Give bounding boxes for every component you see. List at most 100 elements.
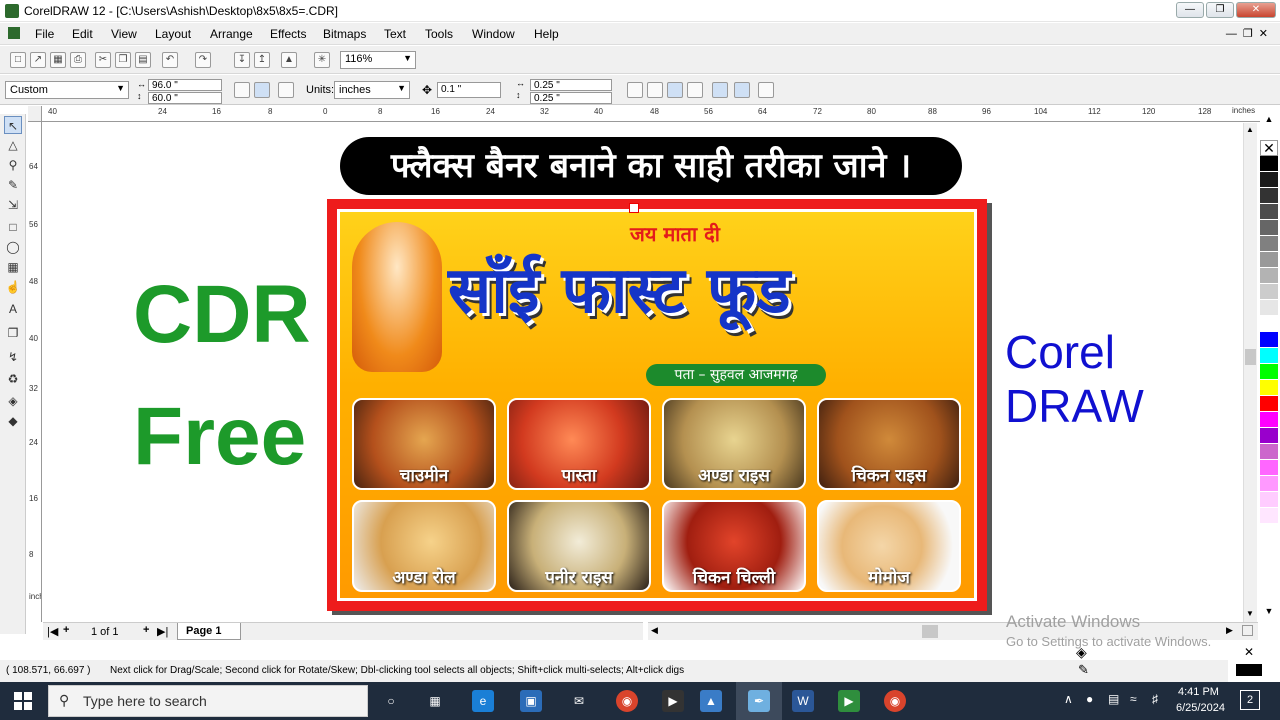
menu-help[interactable]: Help: [534, 27, 559, 41]
banner-address[interactable]: पता – सुहवल आजमगढ़: [646, 364, 826, 386]
food-tile-chowmein[interactable]: चाउमीन: [352, 398, 496, 490]
fill-indicator-icon[interactable]: ◈: [1076, 644, 1087, 661]
basic-shapes-tool-icon[interactable]: ☝: [4, 278, 22, 296]
outline-tool-icon[interactable]: ♻: [4, 370, 22, 388]
store-icon[interactable]: ▣: [520, 690, 542, 712]
document-icon[interactable]: [8, 27, 20, 39]
print-icon[interactable]: ⎙: [70, 52, 86, 68]
color-swatch[interactable]: [1260, 444, 1278, 460]
fill-tool-icon[interactable]: ◈: [4, 392, 22, 410]
windows-start-icon[interactable]: [14, 692, 32, 710]
ellipse-tool-icon[interactable]: ◯: [4, 238, 22, 256]
cut-icon[interactable]: ✂: [95, 52, 111, 68]
color-swatch[interactable]: [1260, 316, 1278, 332]
menu-tools[interactable]: Tools: [425, 27, 453, 41]
corel-text[interactable]: Corel: [1005, 325, 1115, 379]
color-swatch[interactable]: [1260, 476, 1278, 492]
color-swatch[interactable]: [1260, 220, 1278, 236]
rectangle-tool-icon[interactable]: □: [4, 218, 22, 236]
snap-to-objects-icon[interactable]: [687, 82, 703, 98]
smart-fill-tool-icon[interactable]: ⇲: [4, 196, 22, 214]
headline-banner[interactable]: फ्लैक्स बैनर बनाने का साही तरीका जाने ।: [340, 137, 962, 195]
menu-text[interactable]: Text: [384, 27, 406, 41]
color-swatch[interactable]: [1260, 460, 1278, 476]
food-tile-chicken-rice[interactable]: चिकन राइस: [817, 398, 961, 490]
volume-icon[interactable]: ♯: [1152, 692, 1158, 706]
color-swatch[interactable]: [1260, 348, 1278, 364]
landscape-icon[interactable]: [254, 82, 270, 98]
freehand-tool-icon[interactable]: ✎: [4, 176, 22, 194]
all-pages-icon[interactable]: [278, 82, 294, 98]
copy-icon[interactable]: ❐: [115, 52, 131, 68]
document-window-controls[interactable]: —❐✕: [1226, 27, 1274, 40]
import-icon[interactable]: ↧: [234, 52, 250, 68]
draw-text[interactable]: DRAW: [1005, 379, 1144, 433]
color-swatch[interactable]: [1260, 284, 1278, 300]
wifi-icon[interactable]: ≈: [1130, 692, 1137, 706]
open-icon[interactable]: ↗: [30, 52, 46, 68]
snap-to-guidelines-icon[interactable]: [667, 82, 683, 98]
color-swatch[interactable]: [1260, 252, 1278, 268]
edge-icon[interactable]: e: [472, 690, 494, 712]
portrait-icon[interactable]: [234, 82, 250, 98]
menu-layout[interactable]: Layout: [155, 27, 191, 41]
food-tile-egg-roll[interactable]: अण्डा रोल: [352, 500, 496, 592]
menu-file[interactable]: File: [35, 27, 54, 41]
no-fill-swatch[interactable]: ✕: [1260, 140, 1278, 156]
polygon-tool-icon[interactable]: ▦: [4, 258, 22, 276]
food-banner[interactable]: जय माता दी साँई फास्ट फूड पता – सुहवल आज…: [327, 199, 987, 611]
color-swatch[interactable]: [1260, 236, 1278, 252]
corel-online-icon[interactable]: ✳: [314, 52, 330, 68]
page-width-input[interactable]: 96.0 ": [148, 79, 222, 91]
first-page-icon[interactable]: |◀: [47, 625, 58, 638]
menu-arrange[interactable]: Arrange: [210, 27, 253, 41]
food-tile-paneer-rice[interactable]: पनीर राइस: [507, 500, 651, 592]
app-icon[interactable]: ▶: [838, 690, 860, 712]
vertical-ruler[interactable]: 64 56 48 40 32 24 16 8 inches: [28, 122, 42, 622]
color-swatch[interactable]: [1260, 172, 1278, 188]
color-swatch[interactable]: [1260, 364, 1278, 380]
drawing-canvas[interactable]: फ्लैक्स बैनर बनाने का साही तरीका जाने । …: [43, 123, 1243, 623]
menu-edit[interactable]: Edit: [72, 27, 93, 41]
scroll-thumb[interactable]: [922, 625, 938, 638]
close-button[interactable]: ✕: [1236, 2, 1276, 18]
tray-overflow-icon[interactable]: ∧: [1064, 692, 1073, 706]
color-swatch[interactable]: [1260, 412, 1278, 428]
color-swatch[interactable]: [1260, 268, 1278, 284]
scroll-left-icon[interactable]: ◀: [651, 625, 658, 636]
interactive-blend-tool-icon[interactable]: ❐: [4, 324, 22, 342]
text-tool-icon[interactable]: A: [4, 300, 22, 318]
palette-scroll-up-icon[interactable]: ▲: [1260, 114, 1278, 128]
paper-type-combo[interactable]: Custom ▼: [5, 81, 129, 99]
coreldraw-taskbar-button[interactable]: ✒: [736, 682, 782, 720]
food-tile-pasta[interactable]: पास्ता: [507, 398, 651, 490]
redo-icon[interactable]: ↷: [195, 52, 211, 68]
add-page-after-icon[interactable]: +: [143, 624, 149, 636]
food-tile-chilli-chicken[interactable]: चिकन चिल्ली: [662, 500, 806, 592]
add-page-before-icon[interactable]: +: [63, 624, 69, 636]
clock-date[interactable]: 6/25/2024: [1176, 702, 1225, 714]
horizontal-ruler[interactable]: 40 24 16 8 0 8 16 24 32 40 48 56 64 72 8…: [42, 106, 1260, 122]
treat-as-filled-icon[interactable]: [627, 82, 643, 98]
menu-effects[interactable]: Effects: [270, 27, 306, 41]
scroll-down-icon[interactable]: ▼: [1246, 609, 1254, 618]
snap-to-grid-icon[interactable]: [647, 82, 663, 98]
task-view-icon[interactable]: ▦: [424, 690, 446, 712]
chrome-icon[interactable]: ◉: [616, 690, 638, 712]
color-swatch[interactable]: [1260, 156, 1278, 172]
menu-bitmaps[interactable]: Bitmaps: [323, 27, 366, 41]
vlc-icon[interactable]: ▲: [700, 690, 722, 712]
last-page-icon[interactable]: ▶|: [157, 625, 168, 638]
media-player-icon[interactable]: ▶: [662, 690, 684, 712]
undo-icon[interactable]: ↶: [162, 52, 178, 68]
new-icon[interactable]: □: [10, 52, 26, 68]
free-text[interactable]: Free: [133, 390, 306, 484]
ruler-origin[interactable]: [28, 106, 42, 122]
color-swatch[interactable]: [1260, 188, 1278, 204]
clock-time[interactable]: 4:41 PM: [1178, 686, 1219, 698]
color-swatch[interactable]: [1260, 428, 1278, 444]
banner-tagline[interactable]: जय माता दी: [630, 220, 720, 247]
minimize-button[interactable]: —: [1176, 2, 1204, 18]
nudge-input[interactable]: 0.1 ": [437, 82, 501, 98]
pick-tool-icon[interactable]: ↖: [4, 116, 22, 134]
